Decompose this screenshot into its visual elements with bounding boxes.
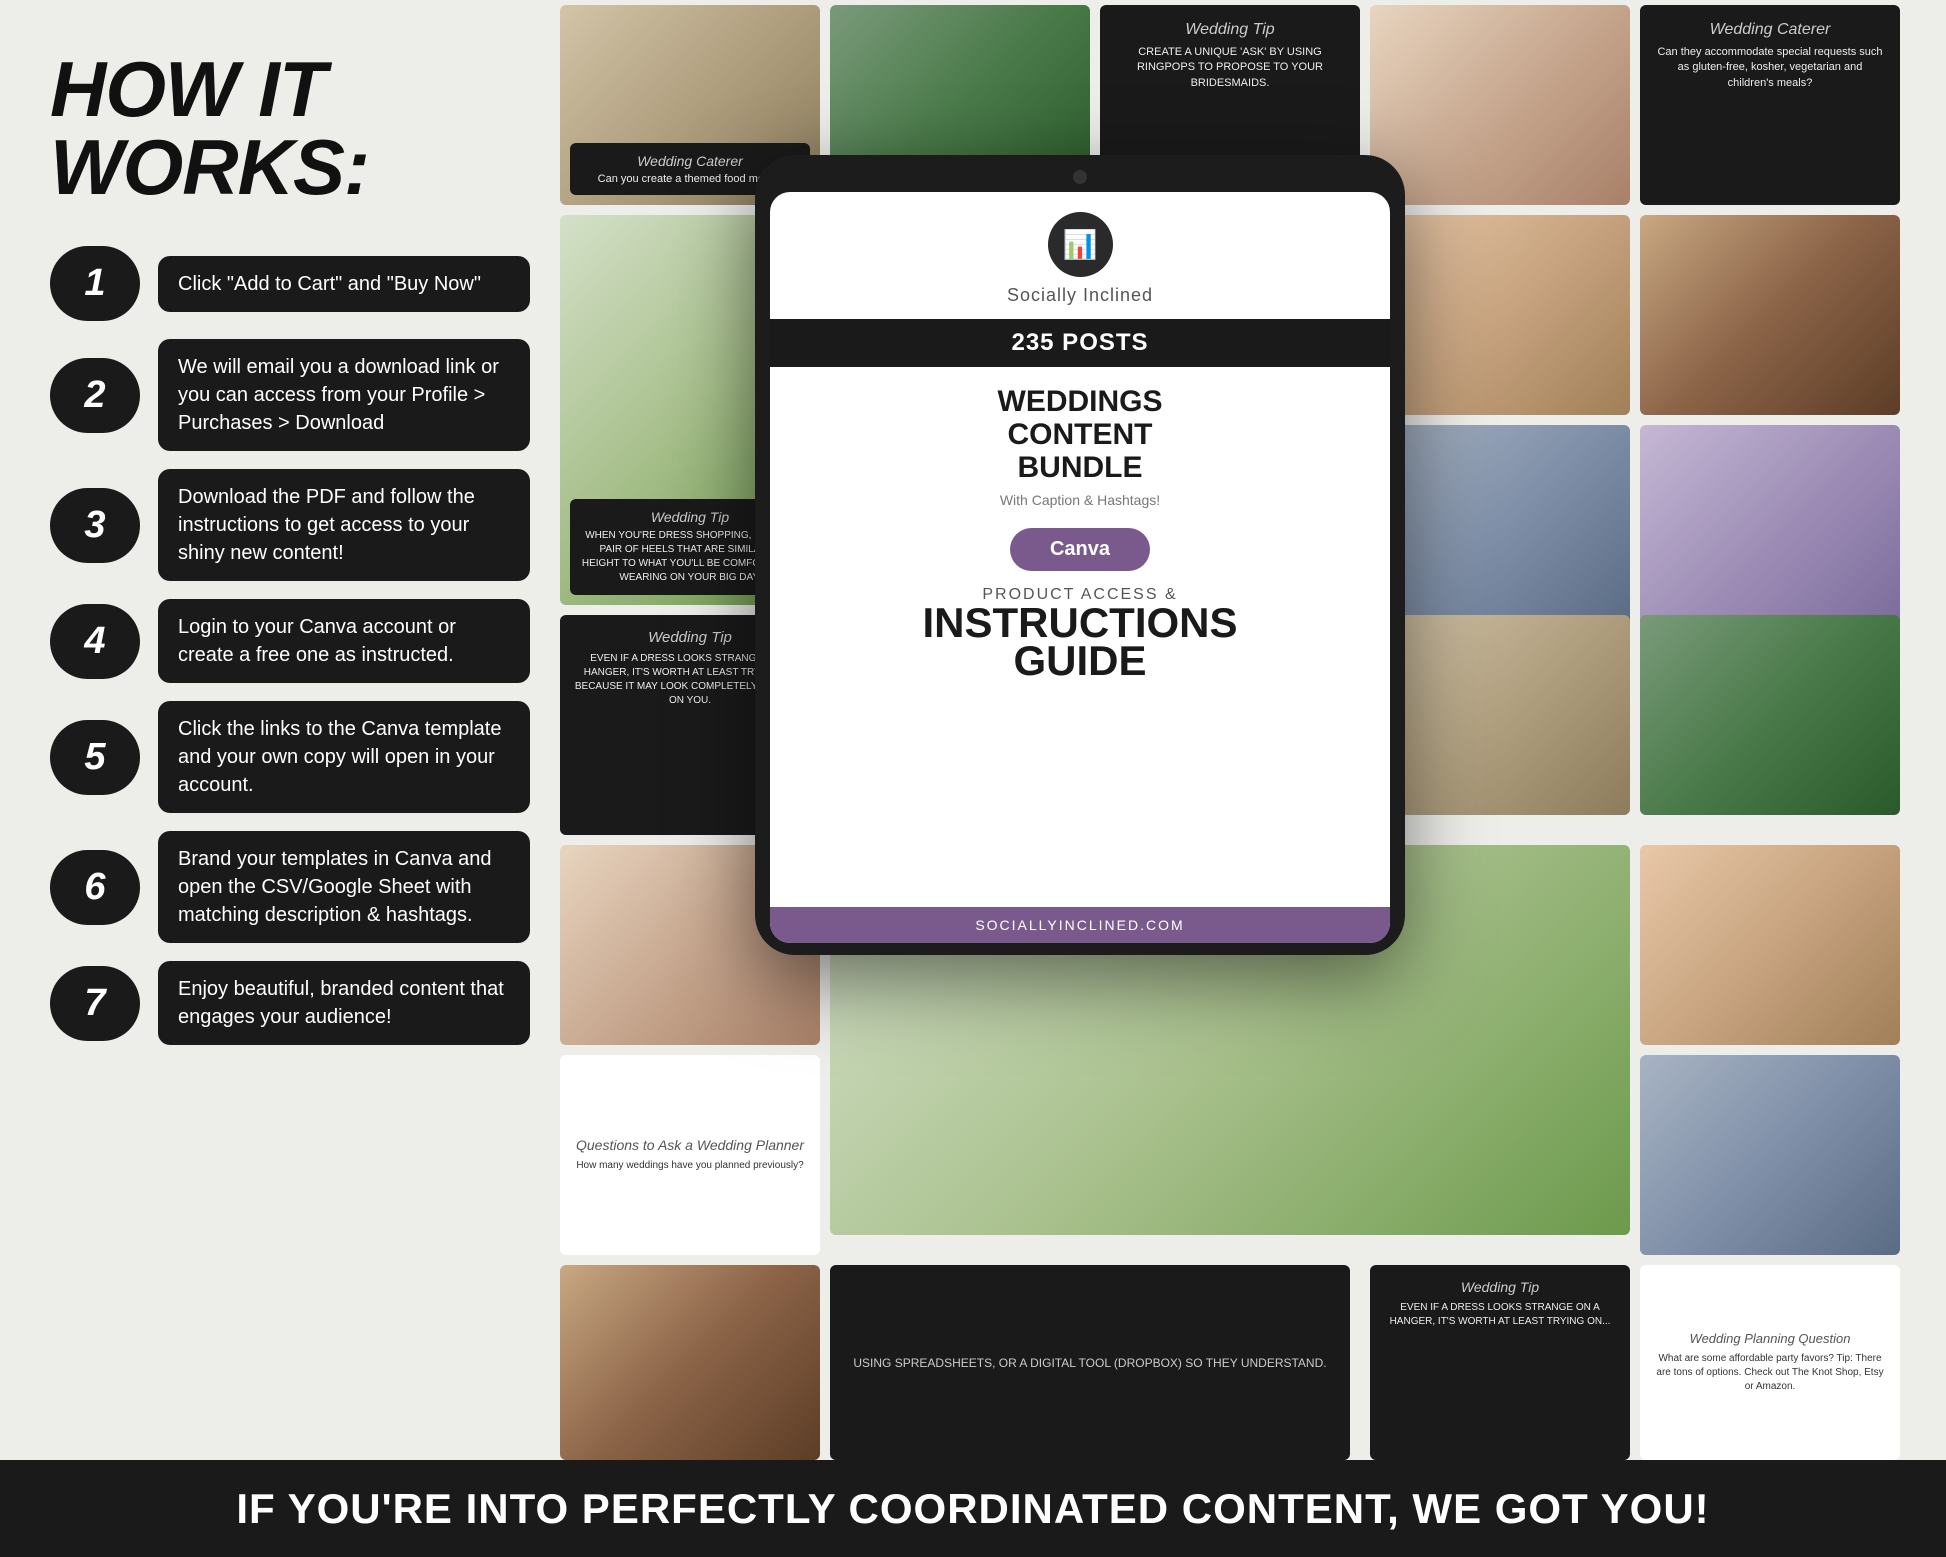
q2-body: How many weddings have you planned previ…	[574, 1159, 806, 1173]
step-number-6: 6	[84, 866, 105, 909]
bottom-banner: IF YOU'RE INTO PERFECTLY COORDINATED CON…	[0, 1460, 1946, 1557]
step-number-5: 5	[84, 736, 105, 779]
step-item-7: 7 Enjoy beautiful, branded content that …	[50, 961, 530, 1045]
question-card-2: Questions to Ask a Wedding Planner How m…	[560, 1055, 820, 1255]
step-text-box-1: Click "Add to Cart" and "Buy Now"	[158, 256, 530, 312]
step-text-box-2: We will email you a download link or you…	[158, 339, 530, 451]
step-number-4: 4	[84, 620, 105, 663]
step-text-box-6: Brand your templates in Canva and open t…	[158, 831, 530, 943]
product-caption: With Caption & Hashtags!	[790, 492, 1370, 508]
step-item-5: 5 Click the links to the Canva template …	[50, 701, 530, 813]
tablet-brand-header: 📊 Socially Inclined	[770, 192, 1390, 311]
collage-photo-13	[1640, 615, 1900, 815]
product-title-area: WEDDINGSContentBundle With Caption & Has…	[770, 375, 1390, 513]
step-bubble-7: 7	[50, 966, 140, 1041]
caterer-title: Wedding Caterer	[1656, 21, 1884, 39]
step-item-2: 2 We will email you a download link or y…	[50, 339, 530, 451]
product-main-title: WEDDINGSContentBundle	[790, 385, 1370, 484]
left-panel: HOW IT WORKS: 1 Click "Add to Cart" and …	[0, 0, 570, 1075]
collage-photo-16	[1640, 845, 1900, 1045]
tip-title-1: Wedding Tip	[1116, 21, 1344, 39]
tip4-title: Wedding Tip	[1384, 1279, 1616, 1295]
collage-container: Wedding Caterer Can you create a themed …	[555, 0, 1946, 1460]
step-bubble-4: 4	[50, 604, 140, 679]
step-text-6: Brand your templates in Canva and open t…	[178, 848, 492, 926]
step-text-3: Download the PDF and follow the instruct…	[178, 486, 475, 564]
bottom-banner-text: IF YOU'RE INTO PERFECTLY COORDINATED CON…	[236, 1485, 1709, 1533]
caterer-body: Can they accommodate special requests su…	[1656, 45, 1884, 91]
step-number-1: 1	[84, 262, 105, 305]
canva-badge: Canva	[1010, 528, 1150, 571]
step-text-box-5: Click the links to the Canva template an…	[158, 701, 530, 813]
step-bubble-2: 2	[50, 358, 140, 433]
main-title: HOW IT WORKS:	[50, 50, 530, 206]
tablet-mockup: 📊 Socially Inclined 235 POSTS WEDDINGSCo…	[755, 155, 1405, 955]
step-text-box-7: Enjoy beautiful, branded content that en…	[158, 961, 530, 1045]
step-text-7: Enjoy beautiful, branded content that en…	[178, 978, 504, 1028]
pq-title: Wedding Planning Question	[1654, 1331, 1886, 1346]
step-item-1: 1 Click "Add to Cart" and "Buy Now"	[50, 246, 530, 321]
step-text-box-3: Download the PDF and follow the instruct…	[158, 469, 530, 581]
step-number-2: 2	[84, 374, 105, 417]
collage-photo-9	[1370, 425, 1630, 625]
step-bubble-1: 1	[50, 246, 140, 321]
step-bubble-5: 5	[50, 720, 140, 795]
step-text-5: Click the links to the Canva template an…	[178, 718, 502, 796]
q2-title: Questions to Ask a Wedding Planner	[574, 1137, 806, 1153]
tip4-body: EVEN IF A DRESS LOOKS STRANGE ON A HANGE…	[1384, 1301, 1616, 1329]
step-item-6: 6 Brand your templates in Canva and open…	[50, 831, 530, 943]
tablet-screen: 📊 Socially Inclined 235 POSTS WEDDINGSCo…	[770, 192, 1390, 943]
posts-count-bar: 235 POSTS	[770, 319, 1390, 367]
tablet-camera	[1073, 170, 1087, 184]
tip-body-1: CREATE A UNIQUE 'ASK' BY USING RINGPOPS …	[1116, 45, 1344, 91]
step-text-1: Click "Add to Cart" and "Buy Now"	[178, 273, 481, 295]
step-text-box-4: Login to your Canva account or create a …	[158, 599, 530, 683]
collage-card-caterer: Wedding Caterer Can they accommodate spe…	[1640, 5, 1900, 205]
collage-photo-10	[1640, 425, 1900, 625]
guide-title: INSTRUCTIONSGUIDE	[770, 604, 1390, 680]
collage-photo-8	[1640, 215, 1900, 415]
step-text-2: We will email you a download link or you…	[178, 356, 499, 434]
brand-name: Socially Inclined	[1007, 285, 1153, 306]
step-item-3: 3 Download the PDF and follow the instru…	[50, 469, 530, 581]
wedding-tip-card-bottom: Wedding Tip EVEN IF A DRESS LOOKS STRANG…	[1370, 1265, 1630, 1460]
step-bubble-3: 3	[50, 488, 140, 563]
tablet-footer: SOCIALLYINCLINED.COM	[770, 907, 1390, 943]
canva-label: Canva	[1050, 538, 1110, 560]
step-number-3: 3	[84, 504, 105, 547]
posts-count-text: 235 POSTS	[1011, 329, 1148, 356]
planning-q-card: Wedding Planning Question What are some …	[1640, 1265, 1900, 1460]
brand-logo-circle: 📊	[1048, 212, 1113, 277]
collage-photo-19	[560, 1265, 820, 1460]
chart-icon: 📊	[1063, 228, 1098, 261]
step-number-7: 7	[84, 982, 105, 1025]
step-bubble-6: 6	[50, 850, 140, 925]
collage-photo-18	[1640, 1055, 1900, 1255]
collage-photo-4	[1370, 5, 1630, 205]
bottom-dark-text-card: USING SPREADSHEETS, OR A DIGITAL TOOL (D…	[830, 1265, 1350, 1460]
collage-photo-12	[1370, 615, 1630, 815]
dark-card-text: USING SPREADSHEETS, OR A DIGITAL TOOL (D…	[846, 1356, 1334, 1370]
pq-body: What are some affordable party favors? T…	[1654, 1352, 1886, 1394]
collage-photo-7	[1370, 215, 1630, 415]
step-item-4: 4 Login to your Canva account or create …	[50, 599, 530, 683]
step-text-4: Login to your Canva account or create a …	[178, 616, 456, 666]
steps-list: 1 Click "Add to Cart" and "Buy Now" 2 We…	[50, 246, 530, 1045]
